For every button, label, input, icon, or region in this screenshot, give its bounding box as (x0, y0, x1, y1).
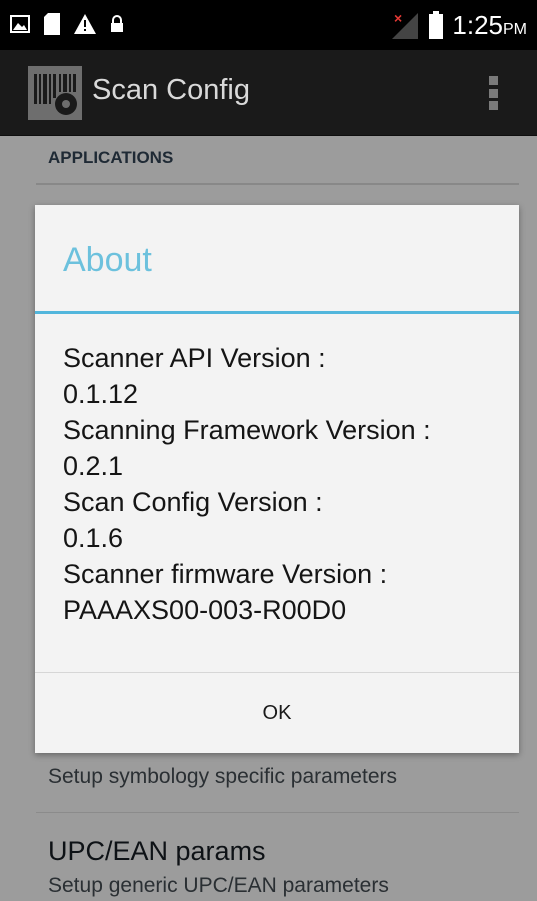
lock-icon (110, 15, 124, 38)
section-divider (36, 183, 519, 185)
barcode-gear-icon[interactable] (28, 66, 82, 120)
list-item-title[interactable]: UPC/EAN params (48, 836, 266, 867)
ok-button[interactable]: OK (35, 673, 519, 753)
dialog-title-divider (35, 311, 519, 314)
list-item-description[interactable]: Setup generic UPC/EAN parameters (48, 874, 389, 898)
firmware-version-label: Scanner firmware Version : (63, 559, 388, 589)
action-bar: Scan Config (0, 50, 537, 136)
dialog-title: About (63, 241, 152, 279)
clock-ampm: PM (503, 21, 527, 38)
clock: 1:25PM (452, 8, 527, 47)
svg-text:×: × (394, 11, 402, 26)
list-item-description[interactable]: Setup symbology specific parameters (48, 765, 397, 789)
overflow-menu-icon[interactable] (489, 76, 499, 110)
section-header: APPLICATIONS (48, 148, 174, 167)
scanner-api-version-value: 0.1.12 (63, 379, 139, 409)
picture-icon (10, 14, 30, 39)
about-dialog: About Scanner API Version : 0.1.12 Scann… (35, 205, 519, 753)
sd-card-icon (44, 13, 60, 40)
dialog-message: Scanner API Version : 0.1.12 Scanning Fr… (63, 340, 503, 628)
battery-icon (428, 11, 444, 44)
app-title: Scan Config (92, 74, 250, 106)
framework-version-label: Scanning Framework Version : (63, 415, 431, 445)
scanner-api-version-label: Scanner API Version : (63, 343, 326, 373)
list-divider (36, 812, 519, 813)
scan-config-version-value: 0.1.6 (63, 523, 124, 553)
no-signal-icon: × (390, 10, 420, 44)
framework-version-value: 0.2.1 (63, 451, 124, 481)
scan-config-version-label: Scan Config Version : (63, 487, 323, 517)
status-bar: × 1:25PM (0, 0, 537, 50)
firmware-version-value: PAAAXS00-003-R00D0 (63, 595, 347, 625)
warning-icon (74, 14, 96, 39)
clock-time: 1:25 (452, 10, 503, 40)
